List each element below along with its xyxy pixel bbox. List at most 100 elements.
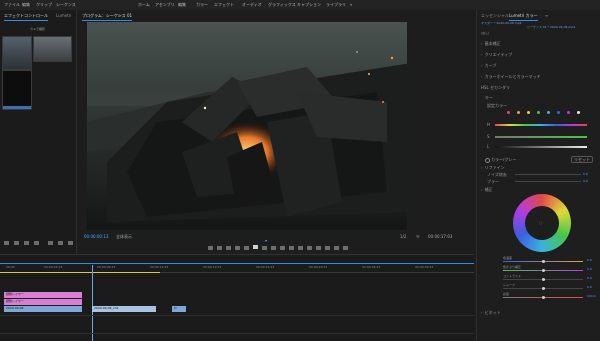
color-gray-toggle[interactable] [485, 158, 490, 163]
menu-item-color[interactable]: カラー [196, 2, 208, 8]
slider-knob[interactable] [542, 278, 545, 281]
contrast-value[interactable]: 0.0 [587, 276, 592, 280]
marker-icon[interactable] [208, 246, 213, 250]
clip-adjustment-layer-1[interactable]: 調整レイヤー [4, 292, 82, 298]
menu-item-more[interactable]: » [350, 2, 352, 7]
go-to-in-icon[interactable] [235, 246, 240, 250]
denoise-value[interactable]: 0.0 [583, 172, 588, 176]
clip-thumbnail-1[interactable] [2, 36, 32, 70]
tab-effect-controls[interactable]: エフェクトコントロール [4, 13, 48, 21]
swatch-blue[interactable] [557, 111, 560, 114]
menu-item-assembly[interactable]: アセンブリ [155, 2, 175, 8]
hue-slider[interactable] [495, 124, 587, 126]
blur-value[interactable]: 0.0 [583, 179, 588, 183]
blur-slider[interactable] [515, 181, 581, 182]
timecode-current[interactable]: 00:00:00:13 [84, 234, 108, 239]
clip-adjustment-layer-2[interactable]: 調整レイヤー [4, 299, 82, 305]
refine-section[interactable]: リファイン [481, 165, 505, 171]
tab-lumetri-scopes[interactable]: Lumetri [56, 13, 71, 18]
menu-item-sequence[interactable]: シーケンス [56, 2, 76, 8]
menu-item-libraries[interactable]: ライブラリ [326, 2, 346, 8]
menu-item-editing[interactable]: 編集 [178, 2, 186, 8]
work-area-bar[interactable] [0, 272, 160, 273]
out-point-icon[interactable] [226, 246, 231, 250]
saturation-amount-value[interactable]: 100.0 [587, 294, 596, 298]
insert-icon[interactable] [280, 246, 285, 250]
lift-icon[interactable] [298, 246, 303, 250]
settings-icon[interactable] [334, 246, 339, 250]
clip-video-second[interactable]: 2020-09-08_ch2 [92, 306, 156, 312]
menu-item-edit[interactable]: 編集 [22, 2, 30, 8]
export-frame-icon[interactable] [316, 246, 321, 250]
step-forward-icon[interactable] [262, 246, 267, 250]
slider-knob[interactable] [542, 269, 545, 272]
in-point-icon[interactable] [217, 246, 222, 250]
panel-menu-icon[interactable]: ≡ [545, 13, 548, 18]
source-clip-label[interactable]: マスター * 2020-09-08.mp4 [481, 21, 522, 25]
tint-value[interactable]: 0.0 [587, 267, 592, 271]
freeform-icon[interactable] [24, 241, 29, 245]
step-back-icon[interactable] [244, 246, 249, 250]
look-dropdown[interactable]: (なし) [481, 31, 489, 35]
swatch-cyan[interactable] [547, 111, 550, 114]
play-icon[interactable] [253, 245, 258, 249]
quality-dropdown[interactable]: 1/2 [400, 234, 406, 239]
program-menu-icon[interactable]: ≡ [118, 13, 121, 18]
menu-item-file[interactable]: ファイル [4, 2, 20, 8]
menu-item-effects[interactable]: エフェクト [214, 2, 234, 8]
color-wheel-puck[interactable]: ○ [539, 220, 543, 225]
playhead-icon[interactable]: ▾ [265, 238, 267, 243]
tab-lumetri-color[interactable]: Lumetri カラー [509, 13, 538, 21]
trash-icon[interactable] [68, 241, 73, 245]
new-item-icon[interactable] [58, 241, 63, 245]
clip-video-small[interactable]: fx [172, 306, 186, 312]
slider-knob[interactable] [542, 260, 545, 263]
zoom-icon[interactable] [34, 241, 39, 245]
temperature-value[interactable]: 0.0 [587, 258, 592, 262]
menu-item-graphics[interactable]: グラフィックス [268, 2, 296, 8]
slider-knob[interactable] [542, 287, 545, 290]
swatch-orange[interactable] [517, 111, 520, 114]
swatch-red[interactable] [507, 111, 510, 114]
go-to-out-icon[interactable] [271, 246, 276, 250]
clip-thumbnail-2[interactable] [33, 36, 72, 62]
section-creative[interactable]: クリエイティブ [481, 52, 513, 58]
clip-video-main[interactable]: 2020-09-08 [4, 306, 82, 312]
video-frame[interactable] [87, 22, 407, 230]
extract-icon[interactable] [307, 246, 312, 250]
comparison-icon[interactable] [325, 246, 330, 250]
overwrite-icon[interactable] [289, 246, 294, 250]
denoise-slider[interactable] [515, 174, 581, 175]
section-basic-correction[interactable]: 基本補正 [481, 41, 501, 47]
wrench-icon[interactable]: ⚒ [416, 234, 420, 239]
luminance-slider[interactable] [495, 146, 587, 148]
fit-dropdown[interactable]: 全体表示 [116, 234, 132, 239]
icon-view-icon[interactable] [14, 241, 19, 245]
sharpen-value[interactable]: 0.0 [587, 285, 592, 289]
correction-section[interactable]: 補正 [481, 187, 493, 193]
clip-thumbnail-3[interactable] [2, 70, 32, 110]
swatch-white[interactable] [577, 111, 580, 114]
sequence-clip-label[interactable]: シーケンス 01 * 2020-09-08.mp4 [527, 25, 575, 29]
swatch-green[interactable] [537, 111, 540, 114]
timeline-playhead[interactable] [92, 265, 93, 341]
section-color-wheels[interactable]: カラーホイールとカラーマッチ [481, 74, 541, 80]
luminance-label: L [487, 144, 490, 149]
section-hsl-secondary[interactable]: HSL セカンダリ [481, 85, 510, 91]
reset-button[interactable]: リセット [571, 156, 593, 163]
section-curves[interactable]: カーブ [481, 63, 497, 69]
list-view-icon[interactable] [4, 241, 9, 245]
menu-item-audio[interactable]: オーディオ [242, 2, 262, 8]
tab-essential-graphics[interactable]: エッセンシャル [481, 13, 509, 19]
menu-item-home[interactable]: ホーム [138, 2, 150, 8]
add-icon[interactable] [343, 246, 348, 250]
menu-item-captions[interactable]: キャプション [297, 2, 321, 8]
slider-knob[interactable] [542, 296, 545, 299]
swatch-magenta[interactable] [567, 111, 570, 114]
bin-icon[interactable] [48, 241, 53, 245]
swatch-yellow[interactable] [527, 111, 530, 114]
menu-item-clip[interactable]: クリップ [36, 2, 52, 8]
saturation-slider[interactable] [495, 136, 587, 138]
program-monitor-title[interactable]: プログラム：シーケンス 01 [82, 13, 133, 21]
section-vignette[interactable]: ビネット [481, 310, 501, 316]
